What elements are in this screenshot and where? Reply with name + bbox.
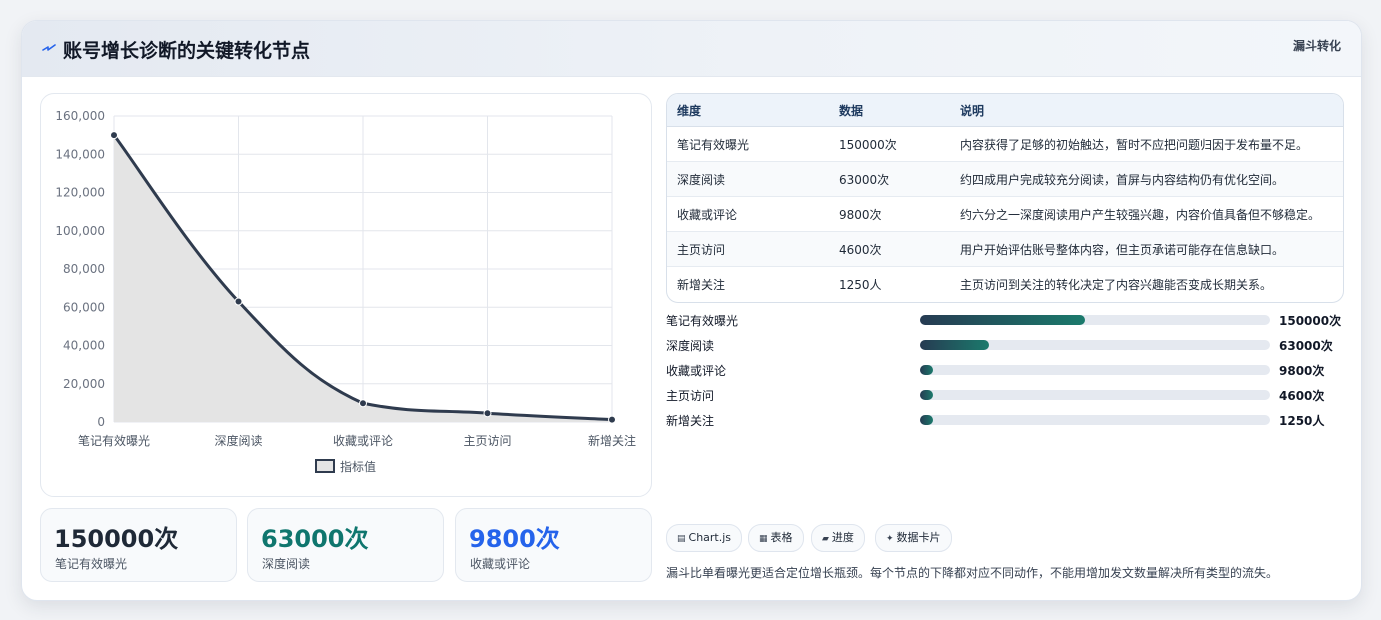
y-tick-label: 120,000 xyxy=(55,186,105,200)
x-tick-label: 主页访问 xyxy=(463,434,511,448)
progress-track xyxy=(920,415,1270,425)
chart-icon: ▤ xyxy=(677,534,686,544)
pill-cards[interactable]: ✦ 数据卡片 xyxy=(875,524,952,552)
footnote: 漏斗比单看曝光更适合定位增长瓶颈。每个节点的下降都对应不同动作，不能用增加发文数… xyxy=(666,566,1279,580)
stat-card-engagement: 9800次 收藏或评论 xyxy=(455,508,652,582)
legend-swatch xyxy=(315,459,335,473)
progress-label: 新增关注 xyxy=(666,414,715,428)
table-header: 说明 xyxy=(950,94,1343,127)
progress-row: 笔记有效曝光 150000次 xyxy=(666,311,1346,331)
table-cell: 新增关注 xyxy=(677,277,726,292)
table-row: 新增关注 1250人 主页访问到关注的转化决定了内容兴趣能否变成长期关系。 xyxy=(667,267,1343,302)
sparkle-icon: ✦ xyxy=(886,534,894,544)
progress-label: 主页访问 xyxy=(666,389,715,403)
progress-value: 150000次 xyxy=(1279,314,1342,328)
table-row: 主页访问 4600次 用户开始评估账号整体内容，但主页承诺可能存在信息缺口。 xyxy=(667,231,1343,267)
progress-row: 新增关注 1250人 xyxy=(666,411,1346,431)
chart-svg: 0 20,000 40,000 60,000 80,000 100,000 120,000 1… xyxy=(55,109,636,474)
y-tick-label: 80,000 xyxy=(63,262,105,276)
table-cell: 9800次 xyxy=(829,196,950,232)
pill-chartjs[interactable]: ▤ Chart.js xyxy=(666,524,743,552)
progress-fill xyxy=(920,390,933,400)
data-point xyxy=(110,131,118,140)
y-tick-label: 140,000 xyxy=(55,147,105,161)
table-row: 深度阅读 63000次 约四成用户完成较充分阅读，首屏与内容结构仍有优化空间。 xyxy=(667,161,1343,197)
main-card: 账号增长诊断的关键转化节点 漏斗转化 0 20,000 40,000 60,000 80… xyxy=(21,20,1362,601)
table-cell: 约四成用户完成较充分阅读，首屏与内容结构仍有优化空间。 xyxy=(950,161,1343,197)
legend-label: 指标值 xyxy=(340,459,376,474)
progress-icon: ▰ xyxy=(822,534,829,544)
table-cell: 1250人 xyxy=(839,277,882,292)
progress-row: 深度阅读 63000次 xyxy=(666,336,1346,356)
page-title: 账号增长诊断的关键转化节点 xyxy=(63,40,311,62)
table-cell: 主页访问到关注的转化决定了内容兴趣能否变成长期关系。 xyxy=(960,277,1273,292)
y-tick-label: 100,000 xyxy=(55,224,105,238)
progress-value: 9800次 xyxy=(1279,364,1325,378)
pill-label: 数据卡片 xyxy=(896,531,941,544)
table-cell: 笔记有效曝光 xyxy=(667,126,829,162)
table-cell: 用户开始评估账号整体内容，但主页承诺可能存在信息缺口。 xyxy=(950,231,1343,267)
progress-label: 收藏或评论 xyxy=(666,364,727,378)
table-cell: 63000次 xyxy=(829,161,950,197)
funnel-chart: 0 20,000 40,000 60,000 80,000 100,000 120,000 1… xyxy=(40,93,652,497)
table-header: 维度 xyxy=(667,94,829,127)
progress-row: 收藏或评论 9800次 xyxy=(666,361,1346,381)
funnel-table: 维度 数据 说明 笔记有效曝光 150000次 内容获得了足够的初始触达，暂时不… xyxy=(666,93,1344,303)
x-tick-label: 笔记有效曝光 xyxy=(78,433,150,448)
progress-track xyxy=(920,365,1270,375)
y-tick-label: 20,000 xyxy=(63,377,105,391)
pill-label: 表格 xyxy=(770,531,793,544)
progress-label: 笔记有效曝光 xyxy=(666,314,739,328)
progress-fill xyxy=(920,340,989,350)
stat-label: 深度阅读 xyxy=(262,557,311,571)
stat-card-reading: 63000次 深度阅读 xyxy=(247,508,444,582)
pill-label: Chart.js xyxy=(688,531,732,544)
y-tick-label: 160,000 xyxy=(55,109,105,123)
stat-label: 收藏或评论 xyxy=(470,557,531,571)
progress-track xyxy=(920,315,1270,325)
table-cell: 主页访问 xyxy=(667,231,829,267)
table-row: 笔记有效曝光 150000次 内容获得了足够的初始触达，暂时不应把问题归因于发布… xyxy=(667,126,1343,162)
progress-fill xyxy=(920,415,933,425)
x-tick-label: 收藏或评论 xyxy=(333,434,393,448)
progress-fill xyxy=(920,315,1085,325)
stat-card-exposure: 150000次 笔记有效曝光 xyxy=(40,508,237,582)
y-tick-label: 0 xyxy=(97,415,105,429)
stat-value: 150000次 xyxy=(54,525,179,553)
data-point xyxy=(234,297,243,306)
data-point xyxy=(483,409,492,418)
pill-progress[interactable]: ▰ 进度 xyxy=(811,524,865,552)
table-icon: ▦ xyxy=(759,534,768,544)
bolt-icon xyxy=(42,44,56,51)
data-point xyxy=(359,399,367,408)
progress-value: 4600次 xyxy=(1279,389,1325,403)
progress-track xyxy=(920,390,1270,400)
data-point xyxy=(608,415,616,424)
table-row: 收藏或评论 9800次 约六分之一深度阅读用户产生较强兴趣，内容价值具备但不够稳… xyxy=(667,196,1343,232)
header-tag: 漏斗转化 xyxy=(1292,39,1341,53)
table-cell: 收藏或评论 xyxy=(667,196,829,232)
y-tick-label: 40,000 xyxy=(63,339,105,353)
progress-fill xyxy=(920,365,933,375)
card-header: 账号增长诊断的关键转化节点 漏斗转化 xyxy=(22,21,1361,77)
x-tick-label: 深度阅读 xyxy=(214,433,262,448)
progress-label: 深度阅读 xyxy=(666,339,715,353)
table-cell: 150000次 xyxy=(829,126,950,162)
stat-value: 63000次 xyxy=(261,525,369,553)
progress-value: 1250人 xyxy=(1279,414,1325,428)
table-header: 数据 xyxy=(829,94,950,127)
table-cell: 深度阅读 xyxy=(667,161,829,197)
progress-row: 主页访问 4600次 xyxy=(666,386,1346,406)
table-cell: 4600次 xyxy=(829,231,950,267)
stat-value: 9800次 xyxy=(469,525,560,553)
table-cell: 内容获得了足够的初始触达，暂时不应把问题归因于发布量不足。 xyxy=(950,126,1343,162)
stat-label: 笔记有效曝光 xyxy=(55,557,128,571)
progress-track xyxy=(920,340,1270,350)
pill-table[interactable]: ▦ 表格 xyxy=(748,524,804,552)
x-tick-label: 新增关注 xyxy=(588,433,636,448)
progress-value: 63000次 xyxy=(1279,339,1333,353)
pill-label: 进度 xyxy=(831,531,854,544)
table-cell: 约六分之一深度阅读用户产生较强兴趣，内容价值具备但不够稳定。 xyxy=(950,196,1343,232)
y-tick-label: 60,000 xyxy=(63,300,105,314)
